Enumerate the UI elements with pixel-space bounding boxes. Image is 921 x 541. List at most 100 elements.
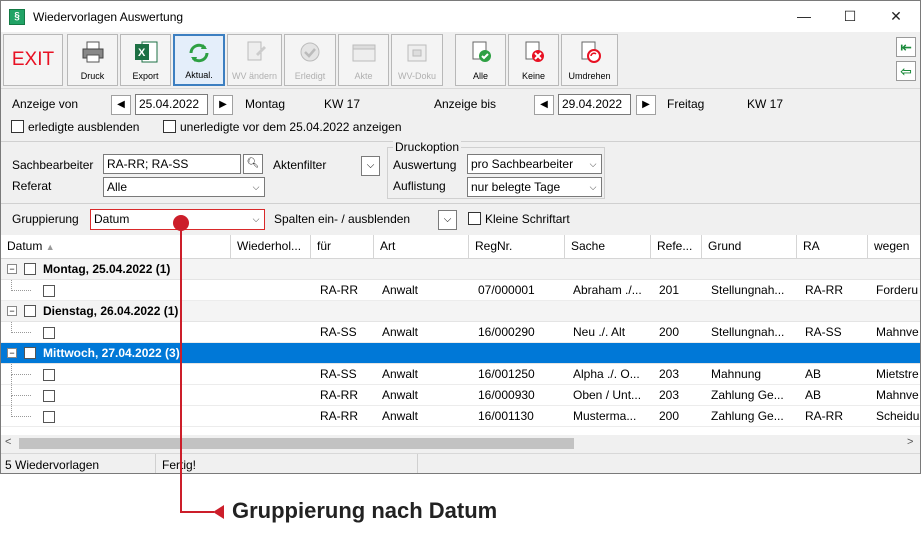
cell-ra: RA-SS	[805, 325, 842, 339]
collapse-icon[interactable]: −	[7, 264, 17, 274]
cell-sache: Neu ./. Alt	[573, 325, 626, 339]
minimize-button[interactable]: —	[781, 1, 827, 32]
druck-button[interactable]: Druck	[67, 34, 118, 86]
bis-kw: KW 17	[747, 97, 784, 111]
table-row[interactable]: RA-RR Anwalt 16/001130 Musterma... 200 Z…	[1, 396, 920, 427]
row-checkbox[interactable]	[43, 369, 55, 381]
bis-prev-button[interactable]: ◀	[534, 95, 554, 115]
folder-icon	[352, 44, 375, 62]
table-row[interactable]: RA-RR Anwalt 07/000001 Abraham ./... 201…	[1, 280, 920, 301]
cell-art: Anwalt	[382, 283, 419, 297]
wv-aendern-button[interactable]: WV ändern	[227, 34, 282, 86]
select-none-icon	[525, 41, 544, 62]
group-row-montag[interactable]: − Montag, 25.04.2022 (1)	[1, 259, 920, 280]
akte-button[interactable]: Akte	[338, 34, 389, 86]
export-button[interactable]: X Export	[120, 34, 171, 86]
collapse-left-icon[interactable]: ⇤	[896, 37, 916, 57]
table-row[interactable]: RA-RR Anwalt 16/000930 Oben / Unt... 203…	[1, 375, 920, 406]
auswertung-select[interactable]: pro Sachbearbeiter ⌵	[467, 154, 602, 174]
sachbearbeiter-input[interactable]: RA-RR; RA-SS	[103, 154, 241, 174]
column-header-art[interactable]: Art	[374, 235, 469, 259]
referat-select[interactable]: Alle ⌵	[103, 177, 265, 197]
collapse-icon[interactable]: −	[7, 306, 17, 316]
bis-date-input[interactable]: 29.04.2022	[558, 94, 631, 115]
maximize-button[interactable]: ☐	[827, 1, 873, 32]
column-header-sache[interactable]: Sache	[565, 235, 651, 259]
auflistung-select[interactable]: nur belegte Tage ⌵	[467, 177, 602, 197]
cell-fuer: RA-RR	[320, 388, 358, 402]
group-label: Montag, 25.04.2022 (1)	[43, 262, 171, 276]
anzeige-bis-label: Anzeige bis	[434, 97, 497, 111]
gruppierung-label: Gruppierung	[12, 212, 79, 226]
status-state: Fertig!	[162, 458, 197, 472]
anzeige-von-label: Anzeige von	[12, 97, 79, 111]
row-checkbox[interactable]	[43, 411, 55, 423]
wv-doku-label: WV-Doku	[397, 71, 436, 81]
column-header-grund[interactable]: Grund	[702, 235, 797, 259]
group-row-mittwoch[interactable]: − Mittwoch, 27.04.2022 (3)	[1, 343, 920, 364]
row-checkbox[interactable]	[43, 390, 55, 402]
cell-sache: Abraham ./...	[573, 283, 642, 297]
column-header-ra[interactable]: RA	[797, 235, 868, 259]
scroll-right-icon[interactable]: >	[907, 436, 913, 448]
arrow-left-icon[interactable]: ⇦	[896, 61, 916, 81]
erledigt-button[interactable]: Erledigt	[284, 34, 336, 86]
erledigte-checkbox[interactable]	[11, 120, 24, 133]
von-next-button[interactable]: ▶	[213, 95, 233, 115]
unerledigte-checkbox[interactable]	[163, 120, 176, 133]
keine-button[interactable]: Keine	[508, 34, 559, 86]
tree-line	[11, 280, 31, 291]
cell-wegen: Forderu	[876, 283, 919, 297]
column-header-wiederholung[interactable]: Wiederhol...	[231, 235, 311, 259]
umdrehen-button[interactable]: Umdrehen	[561, 34, 618, 86]
exit-button[interactable]: EXIT	[3, 34, 63, 86]
collapse-icon[interactable]: −	[7, 348, 17, 358]
cell-art: Anwalt	[382, 325, 419, 339]
group-row-dienstag[interactable]: − Dienstag, 26.04.2022 (1)	[1, 301, 920, 322]
cell-sache: Musterma...	[573, 409, 637, 423]
table-row[interactable]: RA-SS Anwalt 16/001250 Alpha ./. O... 20…	[1, 364, 920, 385]
column-header-regnr[interactable]: RegNr.	[469, 235, 565, 259]
group-checkbox[interactable]	[24, 347, 36, 359]
export-label: Export	[132, 71, 159, 81]
group-checkbox[interactable]	[24, 263, 36, 275]
table-row[interactable]: RA-SS Anwalt 16/000290 Neu ./. Alt 200 S…	[1, 322, 920, 343]
annotation-caption: Gruppierung nach Datum	[232, 498, 498, 523]
close-button[interactable]: ✕	[873, 1, 919, 32]
scrollbar-thumb[interactable]	[19, 438, 574, 449]
spalten-dropdown[interactable]: ⌵	[438, 210, 457, 230]
column-header-fuer[interactable]: für	[311, 235, 374, 259]
check-circle-icon	[300, 42, 320, 62]
scroll-left-icon[interactable]: <	[5, 436, 11, 448]
wv-doku-button[interactable]: WV-Doku	[391, 34, 443, 86]
row-checkbox[interactable]	[43, 327, 55, 339]
auflistung-label: Auflistung	[393, 179, 446, 193]
aktenfilter-dropdown[interactable]: ⌵	[361, 156, 380, 176]
alle-button[interactable]: Alle	[455, 34, 506, 86]
cell-referat: 203	[659, 388, 680, 402]
cell-sache: Alpha ./. O...	[573, 367, 640, 381]
von-prev-button[interactable]: ◀	[111, 95, 131, 115]
group-checkbox[interactable]	[24, 305, 36, 317]
cell-referat: 203	[659, 367, 680, 381]
search-icon[interactable]: 🔍︎	[243, 154, 263, 174]
row-checkbox[interactable]	[43, 285, 55, 297]
column-header-referat[interactable]: Refe...	[651, 235, 702, 259]
cell-regnr: 07/000001	[478, 283, 535, 297]
horizontal-scrollbar[interactable]: < >	[1, 435, 920, 452]
annotation-dot	[173, 215, 189, 231]
tree-line	[11, 396, 31, 417]
app-icon: §	[9, 9, 25, 25]
tree-line	[11, 375, 31, 396]
column-header-wegen[interactable]: wegen	[868, 235, 920, 259]
aktualisieren-button[interactable]: Aktual.	[173, 34, 225, 86]
data-grid: Datum ▲ Wiederhol... für Art RegNr. Sach…	[1, 235, 920, 435]
druck-label: Druck	[80, 71, 105, 81]
erledigte-label: erledigte ausblenden	[28, 120, 140, 134]
annotation-line	[180, 230, 182, 513]
von-date-input[interactable]: 25.04.2022	[135, 94, 208, 115]
column-header-datum[interactable]: Datum ▲	[1, 235, 231, 259]
kleine-schriftart-checkbox[interactable]	[468, 212, 481, 225]
tree-line	[11, 322, 31, 333]
bis-next-button[interactable]: ▶	[636, 95, 656, 115]
